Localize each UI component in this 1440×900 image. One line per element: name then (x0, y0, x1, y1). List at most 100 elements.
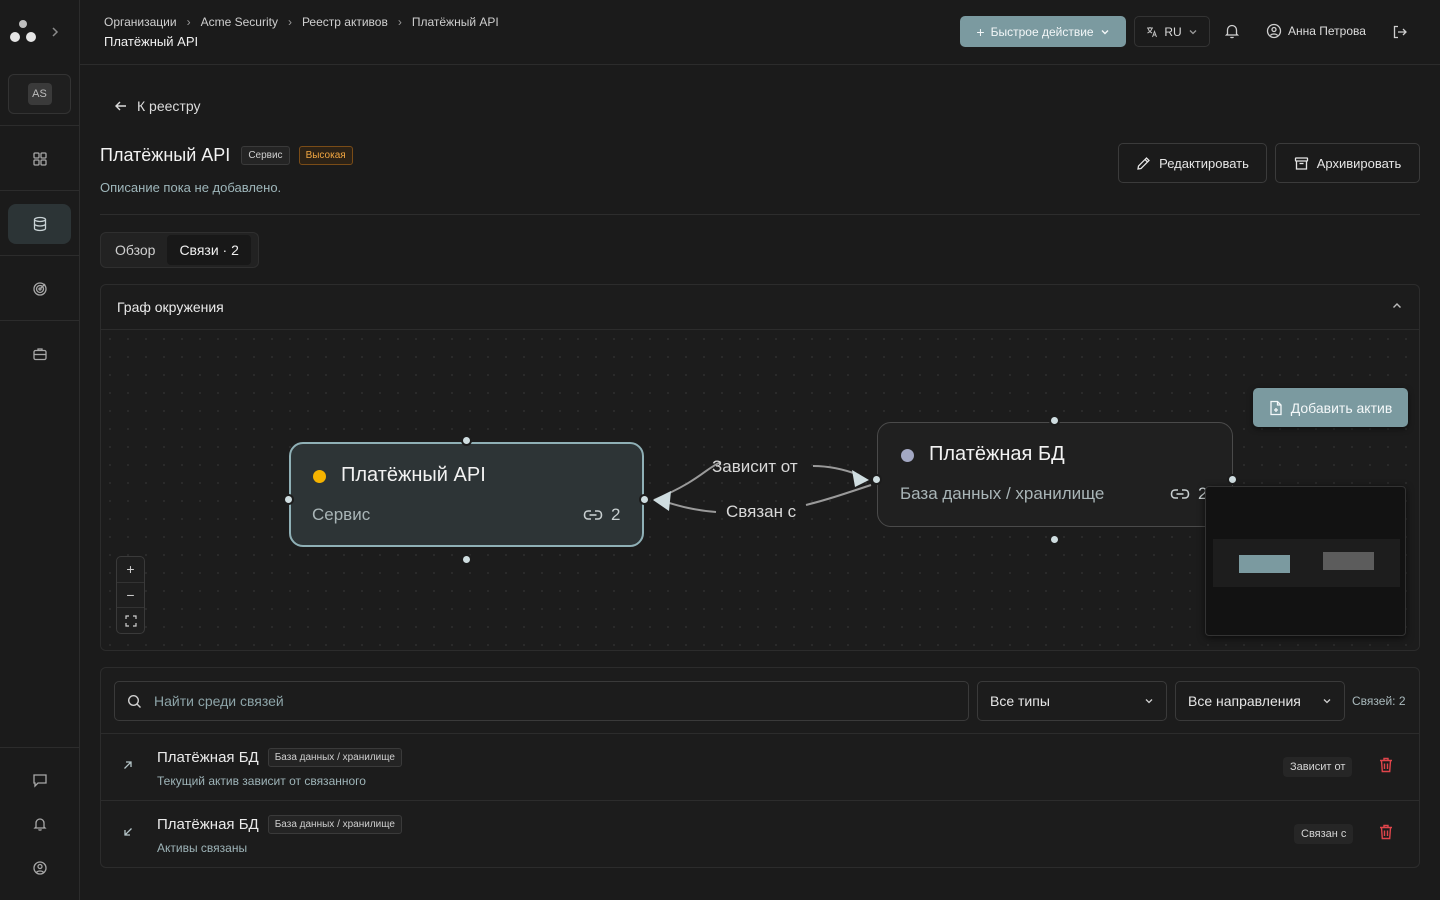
app-logo[interactable] (10, 20, 60, 46)
org-switcher[interactable]: AS (8, 74, 71, 114)
link-icon (583, 510, 603, 520)
direction-filter-select[interactable]: Все направления (1175, 681, 1345, 721)
arrow-head (653, 491, 671, 511)
relation-target-type: База данных / хранилище (267, 748, 402, 767)
logout-button[interactable] (1392, 24, 1408, 40)
asset-tabs: Обзор Связи · 2 (100, 232, 259, 268)
sidebar-item-cases[interactable] (8, 334, 71, 374)
sidebar-divider (0, 190, 80, 191)
zoom-out-button[interactable]: − (117, 583, 144, 609)
minimap-node (1239, 555, 1290, 573)
edge-related-to (665, 501, 717, 513)
zoom-in-button[interactable]: + (117, 557, 144, 583)
arrow-left-icon (115, 101, 126, 111)
node-type: База данных / хранилище (900, 484, 1105, 503)
node-handle[interactable] (1049, 534, 1060, 545)
sidebar: AS (0, 0, 80, 900)
user-circle-icon (32, 861, 47, 875)
breadcrumb-item[interactable]: Реестр активов (302, 15, 388, 29)
trash-icon[interactable] (1378, 823, 1394, 841)
database-icon (33, 216, 46, 232)
graph-node-current[interactable]: Платёжный API Сервис 2 (289, 442, 644, 547)
user-menu[interactable]: Анна Петрова (1266, 23, 1366, 39)
plus-icon: + (976, 23, 985, 40)
edge-label-related-to[interactable]: Связан с (726, 502, 796, 522)
relation-row[interactable]: Платёжная БД База данных / хранилище Тек… (101, 733, 1419, 800)
add-asset-button[interactable]: Добавить актив (1253, 388, 1408, 427)
sidebar-divider (0, 320, 80, 321)
relation-target-name[interactable]: Платёжная БД (157, 816, 259, 833)
language-label: RU (1164, 24, 1182, 39)
node-links-count: 2 (1170, 484, 1207, 504)
archive-label: Архивировать (1316, 155, 1402, 171)
relation-target: Платёжная БД База данных / хранилище (157, 815, 402, 834)
graph-node-related[interactable]: Платёжная БД База данных / хранилище 2 (877, 422, 1233, 527)
sidebar-item-profile[interactable] (8, 848, 71, 888)
file-plus-icon (1270, 400, 1282, 415)
quick-action-button[interactable]: + Быстрое действие (960, 16, 1126, 47)
edit-button[interactable]: Редактировать (1118, 143, 1267, 183)
tab-relations[interactable]: Связи · 2 (167, 235, 251, 265)
sidebar-item-dashboard[interactable] (8, 139, 71, 179)
asset-description: Описание пока не добавлено. (100, 180, 282, 195)
sidebar-item-assets[interactable] (8, 204, 71, 244)
chat-icon (32, 774, 47, 788)
edge-label-depends-on[interactable]: Зависит от (712, 457, 798, 477)
search-icon (127, 694, 141, 708)
relation-target-type: База данных / хранилище (267, 815, 402, 834)
relations-panel: Все типы Все направления Связей: 2 Платё… (100, 667, 1420, 868)
search-input[interactable] (154, 693, 934, 709)
relation-row[interactable]: Платёжная БД База данных / хранилище Акт… (101, 800, 1419, 867)
arrow-down-left-icon (124, 828, 132, 836)
breadcrumb: Организации › Acme Security › Реестр акт… (104, 15, 499, 29)
relations-search[interactable] (114, 681, 969, 721)
node-handle[interactable] (1227, 474, 1238, 485)
graph-minimap[interactable] (1205, 486, 1406, 636)
chevron-down-icon (1323, 699, 1331, 704)
section-divider (100, 214, 1420, 215)
status-dot (901, 449, 914, 462)
graph-title: Граф окружения (117, 299, 224, 315)
notifications-button[interactable] (1224, 22, 1240, 40)
trash-icon[interactable] (1378, 756, 1394, 774)
fullscreen-icon (124, 615, 137, 627)
back-to-registry-link[interactable]: К реестру (114, 98, 200, 114)
asset-title-row: Платёжный API Сервис Высокая (100, 145, 353, 166)
language-select[interactable]: RU (1134, 16, 1210, 47)
edge-depends-on (653, 461, 722, 501)
breadcrumb-item[interactable]: Организации (104, 15, 177, 29)
fit-view-button[interactable] (117, 608, 144, 633)
relations-count: Связей: 2 (1352, 694, 1406, 708)
breadcrumb-item[interactable]: Acme Security (201, 15, 278, 29)
chevron-down-icon (1101, 29, 1109, 34)
node-handle[interactable] (461, 435, 472, 446)
node-handle[interactable] (639, 494, 650, 505)
graph-panel-header[interactable]: Граф окружения (101, 285, 1419, 330)
bell-icon (1224, 24, 1240, 39)
quick-action-label: Быстрое действие (990, 24, 1094, 39)
asset-type-badge: Сервис (241, 146, 290, 165)
node-handle[interactable] (871, 474, 882, 485)
edge-related-to (805, 484, 872, 506)
sidebar-item-targets[interactable] (8, 269, 71, 309)
relation-type-badge: Зависит от (1283, 757, 1353, 777)
relation-description: Активы связаны (157, 841, 248, 855)
node-name: Платёжный API (341, 464, 486, 486)
archive-button[interactable]: Архивировать (1275, 143, 1420, 183)
node-handle[interactable] (1049, 415, 1060, 426)
breadcrumb-item-current: Платёжный API (411, 15, 499, 29)
node-handle[interactable] (461, 554, 472, 565)
chevron-up-icon[interactable] (1391, 300, 1403, 312)
tab-overview[interactable]: Обзор (103, 235, 167, 265)
type-filter-value: Все типы (990, 693, 1050, 709)
arrow-up-right-icon (124, 761, 132, 769)
graph-canvas[interactable]: Добавить актив Платёжный API Сервис 2 Пл… (101, 330, 1419, 650)
minimap-view (1213, 539, 1400, 587)
chevron-down-icon (1189, 29, 1197, 34)
sidebar-item-chat[interactable] (8, 760, 71, 800)
type-filter-select[interactable]: Все типы (977, 681, 1167, 721)
sidebar-item-notifications[interactable] (8, 804, 71, 844)
pencil-icon (1137, 156, 1151, 170)
node-handle[interactable] (283, 494, 294, 505)
relation-target-name[interactable]: Платёжная БД (157, 749, 259, 766)
